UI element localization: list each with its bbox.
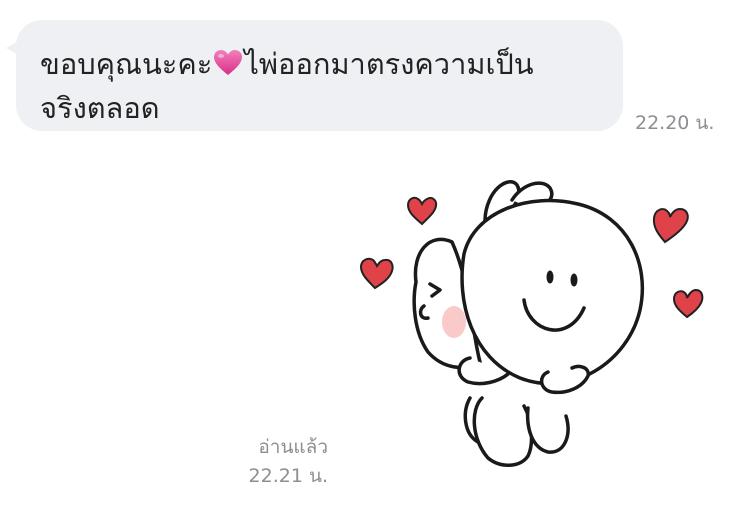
message-text: ขอบคุณนะคะ ไพ่ออกมาตรงความเป็น จริงตลอด	[40, 42, 603, 130]
smiling-ball-character	[457, 198, 645, 467]
outgoing-timestamp: 22.21 น.	[248, 465, 328, 487]
heart-icon	[359, 257, 394, 290]
read-receipt: อ่านแล้ว	[258, 436, 328, 458]
chat-view: ขอบคุณนะคะ ไพ่ออกมาตรงความเป็น จริงตลอด …	[0, 0, 731, 520]
bunny-hug-sticker[interactable]	[352, 172, 708, 472]
heart-icon	[672, 288, 704, 319]
incoming-message-bubble[interactable]: ขอบคุณนะคะ ไพ่ออกมาตรงความเป็น จริงตลอด	[6, 20, 623, 131]
heart-icon	[652, 207, 689, 244]
pink-heart-emoji-icon	[213, 45, 243, 75]
message-text-part-1: ขอบคุณนะคะ	[40, 47, 213, 81]
incoming-timestamp: 22.20 น.	[635, 112, 715, 134]
bubble-tail	[6, 40, 20, 56]
heart-icon	[406, 196, 438, 226]
blush-mark	[442, 306, 466, 338]
